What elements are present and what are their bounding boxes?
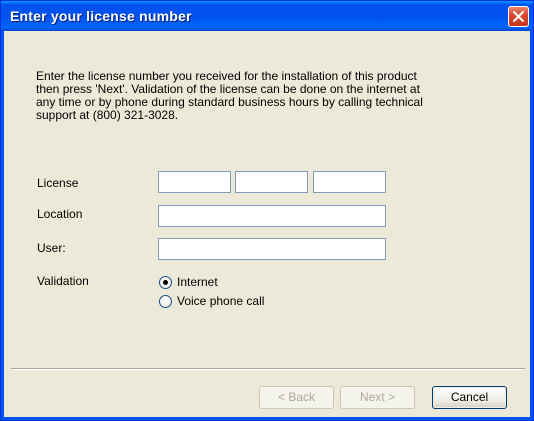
radio-voice-phone-call[interactable] — [159, 295, 172, 308]
window-frame-right — [530, 31, 533, 420]
location-label: Location — [37, 207, 83, 221]
license-label: License — [37, 176, 79, 190]
close-icon — [513, 11, 524, 22]
license-dialog: Enter your license number Enter the lice… — [0, 0, 534, 421]
user-label: User: — [37, 241, 66, 255]
radio-selected-dot — [163, 280, 168, 285]
radio-internet-label[interactable]: Internet — [177, 275, 218, 289]
title-bar[interactable]: Enter your license number — [1, 1, 533, 31]
cancel-button[interactable]: Cancel — [432, 386, 507, 409]
window-frame-bottom — [1, 417, 533, 420]
instructions-text: Enter the license number you received fo… — [36, 69, 423, 122]
license-field-part-3[interactable] — [313, 171, 386, 193]
user-field[interactable] — [158, 238, 386, 260]
location-field[interactable] — [158, 205, 386, 227]
back-button[interactable]: < Back — [259, 386, 334, 409]
next-button[interactable]: Next > — [340, 386, 415, 409]
window-title: Enter your license number — [10, 8, 192, 24]
button-separator — [11, 368, 525, 370]
license-field-part-2[interactable] — [235, 171, 308, 193]
radio-voice-phone-call-label[interactable]: Voice phone call — [177, 294, 264, 308]
window-frame-left — [1, 31, 4, 420]
validation-label: Validation — [37, 274, 89, 288]
close-button[interactable] — [508, 6, 529, 27]
radio-internet[interactable] — [159, 276, 172, 289]
license-field-part-1[interactable] — [158, 171, 231, 193]
